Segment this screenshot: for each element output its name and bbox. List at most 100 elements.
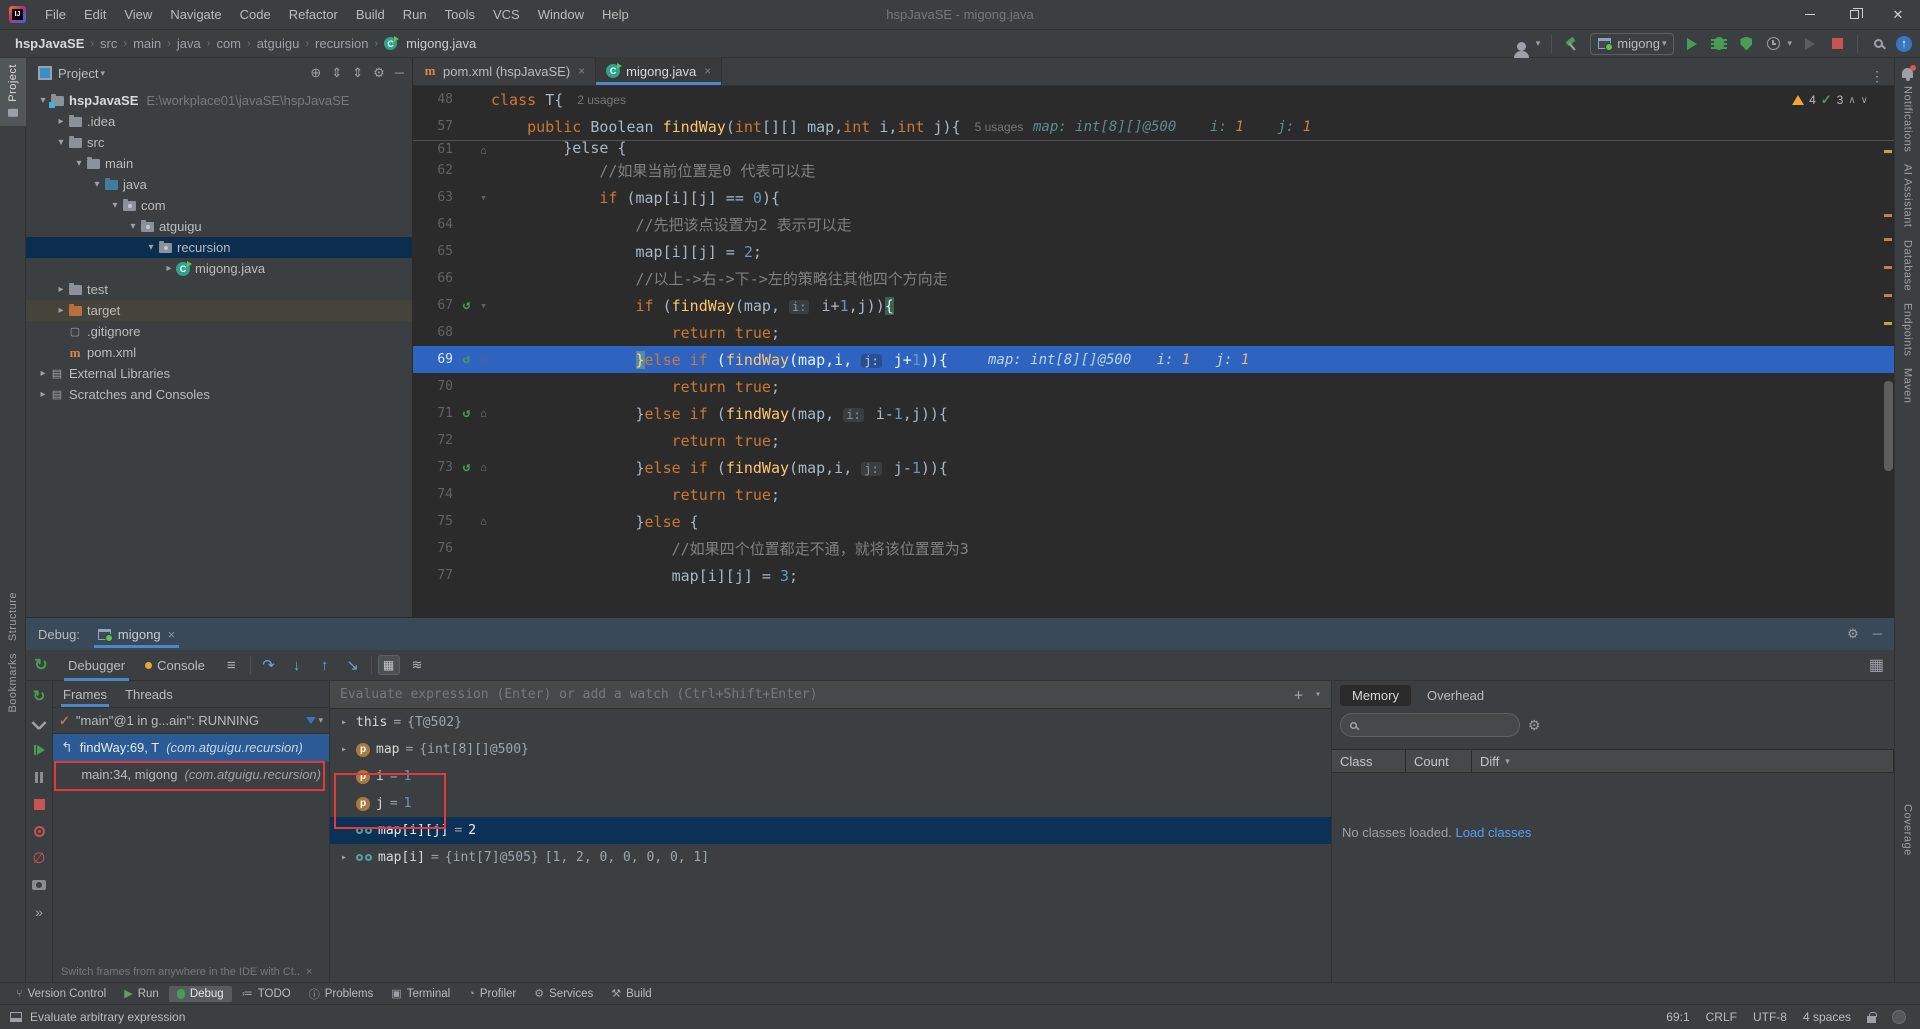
rerun-icon[interactable]: ↻ — [28, 655, 54, 675]
coverage-button[interactable] — [1737, 35, 1755, 53]
code-line-65[interactable]: 65 map[i][j] = 2; — [413, 238, 1894, 265]
usages-hint[interactable]: 2 usages — [577, 93, 626, 107]
toolwindow-run[interactable]: ▶ Run — [116, 985, 167, 1002]
tree-chevron-icon[interactable]: ▾ — [72, 158, 86, 169]
variable-row-j[interactable]: p j = 1 — [330, 790, 1331, 817]
tree-chevron-icon[interactable]: ▸ — [54, 116, 68, 127]
mute-breakpoints-button[interactable]: ∅ — [30, 849, 48, 867]
modify-run-config-button[interactable] — [30, 714, 48, 732]
settings-gear-icon[interactable]: ⚙ — [373, 65, 385, 81]
prev-problem-icon[interactable]: ∧ — [1848, 95, 1855, 106]
step-out-button[interactable]: ↑ — [313, 657, 337, 674]
line-number[interactable]: 73 — [413, 460, 457, 475]
line-number[interactable]: 64 — [413, 217, 457, 232]
expand-chevron-icon[interactable]: ▸ — [338, 744, 350, 755]
fold-marker-icon[interactable]: ⌂ — [476, 144, 491, 157]
memory-tab-memory[interactable]: Memory — [1340, 684, 1411, 706]
evaluate-expression-button[interactable]: ▦ — [377, 655, 400, 675]
variable-row-map[i][interactable]: ▸ map[i] = {int[7]@505} [1, 2, 0, 0, 0, … — [330, 844, 1331, 871]
tree-chevron-icon[interactable]: ▾ — [54, 137, 68, 148]
breadcrumb-item[interactable]: java — [174, 36, 204, 51]
resume-button[interactable] — [30, 741, 48, 759]
tree-item-external libraries[interactable]: ▸ ▤ External Libraries — [26, 363, 412, 384]
code-line-75[interactable]: 75 ⌂ }else { — [413, 508, 1894, 535]
tree-item-com[interactable]: ▾ com — [26, 195, 412, 216]
menu-tools[interactable]: Tools — [436, 0, 484, 30]
menu-file[interactable]: File — [36, 0, 75, 30]
sidebar-item-database[interactable]: Database — [1902, 234, 1914, 297]
code-line-72[interactable]: 72 return true; — [413, 427, 1894, 454]
step-over-button[interactable]: ↷ — [257, 656, 281, 674]
code-line-62[interactable]: 62 //如果当前位置是0 代表可以走 — [413, 157, 1894, 184]
maximize-button[interactable] — [1832, 0, 1876, 30]
line-number[interactable]: 71 — [413, 406, 457, 421]
load-classes-link[interactable]: Load classes — [1455, 825, 1531, 840]
frames-tab-threads[interactable]: Threads — [125, 681, 173, 707]
pause-button[interactable] — [30, 768, 48, 786]
usages-hint[interactable]: 5 usages — [975, 120, 1024, 134]
line-number[interactable]: 77 — [413, 568, 457, 583]
line-number[interactable]: 69 — [413, 352, 457, 367]
line-number[interactable]: 62 — [413, 163, 457, 178]
tree-chevron-icon[interactable]: ▸ — [162, 263, 176, 274]
code-line-71[interactable]: 71 ↺ ⌂ }else if (findWay(map, i: i-1,j))… — [413, 400, 1894, 427]
settings-gear-icon[interactable]: ⚙ — [1847, 626, 1859, 642]
memory-column-diff[interactable]: Diff ▾ — [1472, 750, 1894, 772]
code-line-74[interactable]: 74 return true; — [413, 481, 1894, 508]
breadcrumb-item[interactable]: src — [97, 36, 120, 51]
run-button[interactable] — [1683, 35, 1701, 53]
add-watch-icon[interactable]: + — [1294, 686, 1303, 704]
fold-marker-icon[interactable]: ⌂ — [476, 461, 491, 474]
line-number[interactable]: 57 — [413, 119, 457, 134]
step-into-button[interactable]: ↓ — [285, 657, 309, 674]
fold-marker-icon[interactable]: ▾ — [476, 299, 491, 312]
sidebar-item-bookmarks[interactable]: Bookmarks — [7, 647, 19, 719]
menu-view[interactable]: View — [115, 0, 161, 30]
editor-tab-migong.java[interactable]: Cmigong.java × — [596, 57, 723, 85]
expand-chevron-icon[interactable]: ▸ — [338, 717, 350, 728]
frames-tab-frames[interactable]: Frames — [60, 681, 110, 707]
tree-chevron-icon[interactable]: ▾ — [144, 242, 158, 253]
expand-all-button[interactable]: ⇕ — [331, 65, 342, 81]
stack-frame-1[interactable]: main:34, migong (com.atguigu.recursion) — [53, 761, 329, 788]
indent-setting[interactable]: 4 spaces — [1803, 1010, 1851, 1024]
user-profile-button[interactable] — [1513, 35, 1531, 58]
minimize-button[interactable] — [1788, 0, 1832, 30]
close-icon[interactable]: × — [578, 64, 585, 78]
menu-navigate[interactable]: Navigate — [161, 0, 230, 30]
menu-run[interactable]: Run — [394, 0, 436, 30]
stop-button[interactable] — [1828, 35, 1846, 53]
tree-chevron-icon[interactable]: ▾ — [36, 95, 50, 106]
sidebar-item-maven[interactable]: Maven — [1902, 362, 1914, 410]
collapse-all-button[interactable]: ⇕ — [352, 65, 363, 81]
notifications-bell-icon[interactable] — [1902, 65, 1916, 81]
memory-search-input[interactable] — [1340, 713, 1520, 737]
toolwindow-debug[interactable]: Debug — [168, 985, 232, 1002]
tree-item-pom.xml[interactable]: m pom.xml — [26, 342, 412, 363]
next-problem-icon[interactable]: ∨ — [1861, 95, 1868, 106]
tree-chevron-icon[interactable]: ▸ — [54, 305, 68, 316]
build-project-button[interactable] — [1563, 35, 1581, 53]
editor-tab-pom.xml[interactable]: m pom.xml (hspJavaSE) × — [413, 57, 597, 85]
code-line-77[interactable]: 77 map[i][j] = 3; — [413, 562, 1894, 589]
tree-chevron-icon[interactable]: ▸ — [54, 284, 68, 295]
tree-chevron-icon[interactable]: ▾ — [108, 200, 122, 211]
scrollbar-thumb[interactable] — [1884, 381, 1893, 471]
filter-funnel-icon[interactable] — [306, 717, 317, 724]
breadcrumb-item[interactable]: main — [130, 36, 164, 51]
run-configuration-select[interactable]: migong ▾ — [1590, 32, 1675, 55]
code-line-73[interactable]: 73 ↺ ⌂ }else if (findWay(map,i, j: j-1))… — [413, 454, 1894, 481]
line-number[interactable]: 74 — [413, 487, 457, 502]
view-options-icon[interactable]: ≋ — [404, 657, 431, 673]
line-number[interactable]: 66 — [413, 271, 457, 286]
evaluate-expression-bar[interactable]: Evaluate expression (Enter) or add a wat… — [330, 681, 1331, 709]
code-line-76[interactable]: 76 //如果四个位置都走不通，就将该位置置为3 — [413, 535, 1894, 562]
sidebar-item-structure[interactable]: Structure — [7, 586, 19, 647]
breadcrumb-item[interactable]: atguigu — [254, 36, 303, 51]
tree-item-atguigu[interactable]: ▾ atguigu — [26, 216, 412, 237]
close-button[interactable]: ✕ — [1876, 0, 1920, 30]
tree-item-migong.java[interactable]: ▸ Cmigong.java — [26, 258, 412, 279]
stop-button[interactable] — [30, 795, 48, 813]
chevron-down-icon[interactable]: ▾ — [318, 715, 323, 726]
code-area[interactable]: 48 class T{2 usages 57 public Boolean fi… — [413, 86, 1894, 617]
